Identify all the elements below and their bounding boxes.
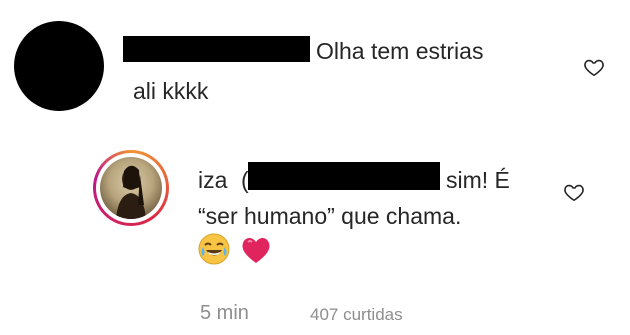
- reply-text-line2: “ser humano” que chama.: [198, 203, 462, 229]
- person-silhouette-icon: [116, 165, 146, 219]
- reply-text-line1: sim! É: [446, 167, 510, 193]
- replier-avatar[interactable]: [93, 150, 169, 226]
- heart-outline-icon: [564, 184, 584, 202]
- joy-emoji: [198, 233, 230, 270]
- reply-username[interactable]: iza: [198, 165, 227, 195]
- comment-text-line2: ali kkkk: [133, 78, 209, 104]
- redacted-mention: [248, 162, 440, 190]
- reply-likes-count[interactable]: 407 curtidas: [310, 305, 403, 325]
- red-heart-emoji: [240, 235, 272, 270]
- redacted-username: [123, 36, 310, 62]
- comment-like-button[interactable]: [583, 56, 605, 83]
- avatar-photo: [100, 157, 162, 219]
- reply-like-button[interactable]: [563, 181, 585, 208]
- comment-text-line1: Olha tem estrias: [316, 38, 484, 64]
- commenter-avatar[interactable]: [14, 21, 104, 111]
- heart-outline-icon: [584, 59, 604, 77]
- reply-timestamp[interactable]: 5 min: [200, 302, 249, 325]
